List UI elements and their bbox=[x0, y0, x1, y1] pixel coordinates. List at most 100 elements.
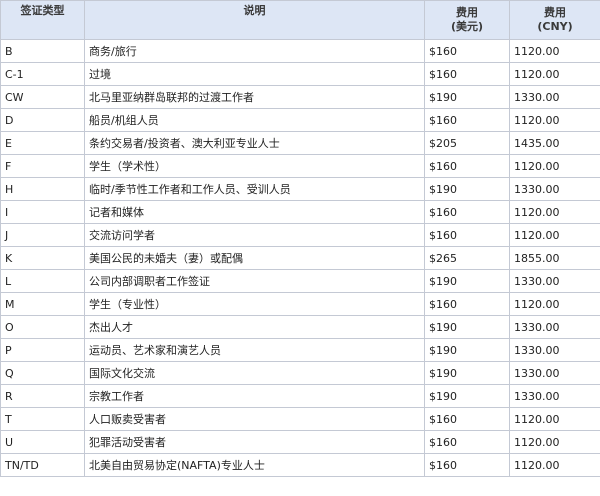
cell-fee-usd: $160 bbox=[424, 200, 510, 224]
header-fee-cny-line2: (CNY) bbox=[537, 20, 573, 33]
cell-description: 临时/季节性工作者和工作人员、受训人员 bbox=[84, 177, 425, 201]
header-fee-usd-line2: (美元) bbox=[450, 20, 484, 33]
cell-fee-usd: $160 bbox=[424, 453, 510, 477]
cell-fee-usd: $190 bbox=[424, 361, 510, 385]
cell-fee-usd: $190 bbox=[424, 269, 510, 293]
cell-description: 人口贩卖受害者 bbox=[84, 407, 425, 431]
cell-description: 学生（专业性） bbox=[84, 292, 425, 316]
cell-fee-cny: 1330.00 bbox=[509, 177, 600, 201]
cell-visa-type: D bbox=[0, 108, 85, 132]
cell-fee-usd: $160 bbox=[424, 223, 510, 247]
table-row: D 船员/机组人员 $160 1120.00 bbox=[0, 108, 600, 132]
cell-description: 国际文化交流 bbox=[84, 361, 425, 385]
cell-description: 条约交易者/投资者、澳大利亚专业人士 bbox=[84, 131, 425, 155]
cell-visa-type: R bbox=[0, 384, 85, 408]
cell-visa-type: P bbox=[0, 338, 85, 362]
cell-visa-type: E bbox=[0, 131, 85, 155]
cell-visa-type: K bbox=[0, 246, 85, 270]
cell-description: 杰出人才 bbox=[84, 315, 425, 339]
cell-fee-usd: $160 bbox=[424, 62, 510, 86]
cell-fee-cny: 1120.00 bbox=[509, 223, 600, 247]
cell-fee-cny: 1120.00 bbox=[509, 292, 600, 316]
cell-fee-cny: 1120.00 bbox=[509, 62, 600, 86]
table-row: L 公司内部调职者工作签证 $190 1330.00 bbox=[0, 269, 600, 293]
cell-fee-cny: 1120.00 bbox=[509, 453, 600, 477]
table-row: E 条约交易者/投资者、澳大利亚专业人士 $205 1435.00 bbox=[0, 131, 600, 155]
cell-fee-usd: $190 bbox=[424, 338, 510, 362]
table-row: CW 北马里亚纳群岛联邦的过渡工作者 $190 1330.00 bbox=[0, 85, 600, 109]
cell-fee-usd: $160 bbox=[424, 108, 510, 132]
cell-visa-type: O bbox=[0, 315, 85, 339]
header-description: 说明 bbox=[84, 0, 425, 40]
cell-visa-type: I bbox=[0, 200, 85, 224]
visa-fee-table: 签证类型 说明 费用 (美元) 费用 (CNY) B 商务/旅行 $160 1120.… bbox=[0, 0, 600, 477]
table-row: B 商务/旅行 $160 1120.00 bbox=[0, 39, 600, 63]
cell-visa-type: CW bbox=[0, 85, 85, 109]
cell-description: 过境 bbox=[84, 62, 425, 86]
table-row: R 宗教工作者 $190 1330.00 bbox=[0, 384, 600, 408]
cell-visa-type: Q bbox=[0, 361, 85, 385]
cell-fee-cny: 1435.00 bbox=[509, 131, 600, 155]
cell-visa-type: C-1 bbox=[0, 62, 85, 86]
table-row: F 学生（学术性） $160 1120.00 bbox=[0, 154, 600, 178]
cell-fee-cny: 1330.00 bbox=[509, 85, 600, 109]
cell-fee-usd: $265 bbox=[424, 246, 510, 270]
table-row: U 犯罪活动受害者 $160 1120.00 bbox=[0, 430, 600, 454]
cell-description: 商务/旅行 bbox=[84, 39, 425, 63]
cell-fee-usd: $160 bbox=[424, 430, 510, 454]
cell-fee-usd: $190 bbox=[424, 315, 510, 339]
table-row: Q 国际文化交流 $190 1330.00 bbox=[0, 361, 600, 385]
cell-fee-usd: $160 bbox=[424, 154, 510, 178]
cell-fee-cny: 1330.00 bbox=[509, 269, 600, 293]
cell-fee-usd: $190 bbox=[424, 384, 510, 408]
cell-description: 犯罪活动受害者 bbox=[84, 430, 425, 454]
cell-fee-cny: 1120.00 bbox=[509, 154, 600, 178]
cell-fee-usd: $160 bbox=[424, 39, 510, 63]
cell-visa-type: F bbox=[0, 154, 85, 178]
cell-description: 美国公民的未婚夫（妻）或配偶 bbox=[84, 246, 425, 270]
header-visa-type: 签证类型 bbox=[0, 0, 85, 40]
cell-fee-usd: $190 bbox=[424, 177, 510, 201]
cell-description: 宗教工作者 bbox=[84, 384, 425, 408]
cell-description: 交流访问学者 bbox=[84, 223, 425, 247]
cell-description: 北美自由贸易协定(NAFTA)专业人士 bbox=[84, 453, 425, 477]
cell-description: 公司内部调职者工作签证 bbox=[84, 269, 425, 293]
cell-visa-type: J bbox=[0, 223, 85, 247]
table-row: T 人口贩卖受害者 $160 1120.00 bbox=[0, 407, 600, 431]
cell-fee-usd: $160 bbox=[424, 292, 510, 316]
table-row: TN/TD 北美自由贸易协定(NAFTA)专业人士 $160 1120.00 bbox=[0, 453, 600, 477]
header-fee-cny-line1: 费用 bbox=[544, 6, 566, 19]
cell-fee-usd: $160 bbox=[424, 407, 510, 431]
cell-fee-cny: 1330.00 bbox=[509, 361, 600, 385]
header-fee-usd: 费用 (美元) bbox=[424, 0, 510, 40]
cell-visa-type: TN/TD bbox=[0, 453, 85, 477]
table-row: C-1 过境 $160 1120.00 bbox=[0, 62, 600, 86]
cell-fee-cny: 1855.00 bbox=[509, 246, 600, 270]
cell-visa-type: L bbox=[0, 269, 85, 293]
header-fee-cny: 费用 (CNY) bbox=[509, 0, 600, 40]
cell-fee-cny: 1120.00 bbox=[509, 200, 600, 224]
cell-fee-cny: 1120.00 bbox=[509, 39, 600, 63]
cell-visa-type: M bbox=[0, 292, 85, 316]
cell-visa-type: B bbox=[0, 39, 85, 63]
cell-fee-cny: 1120.00 bbox=[509, 430, 600, 454]
table-row: P 运动员、艺术家和演艺人员 $190 1330.00 bbox=[0, 338, 600, 362]
table-body: B 商务/旅行 $160 1120.00 C-1 过境 $160 1120.00 CW 北马里亚纳… bbox=[0, 39, 600, 477]
cell-fee-usd: $190 bbox=[424, 85, 510, 109]
header-fee-usd-line1: 费用 bbox=[456, 6, 478, 19]
cell-fee-cny: 1330.00 bbox=[509, 338, 600, 362]
cell-description: 北马里亚纳群岛联邦的过渡工作者 bbox=[84, 85, 425, 109]
cell-fee-cny: 1330.00 bbox=[509, 315, 600, 339]
cell-fee-cny: 1120.00 bbox=[509, 407, 600, 431]
cell-fee-usd: $205 bbox=[424, 131, 510, 155]
cell-description: 船员/机组人员 bbox=[84, 108, 425, 132]
table-row: K 美国公民的未婚夫（妻）或配偶 $265 1855.00 bbox=[0, 246, 600, 270]
cell-visa-type: H bbox=[0, 177, 85, 201]
cell-description: 记者和媒体 bbox=[84, 200, 425, 224]
cell-fee-cny: 1330.00 bbox=[509, 384, 600, 408]
cell-description: 运动员、艺术家和演艺人员 bbox=[84, 338, 425, 362]
table-row: J 交流访问学者 $160 1120.00 bbox=[0, 223, 600, 247]
cell-description: 学生（学术性） bbox=[84, 154, 425, 178]
cell-visa-type: U bbox=[0, 430, 85, 454]
table-row: M 学生（专业性） $160 1120.00 bbox=[0, 292, 600, 316]
